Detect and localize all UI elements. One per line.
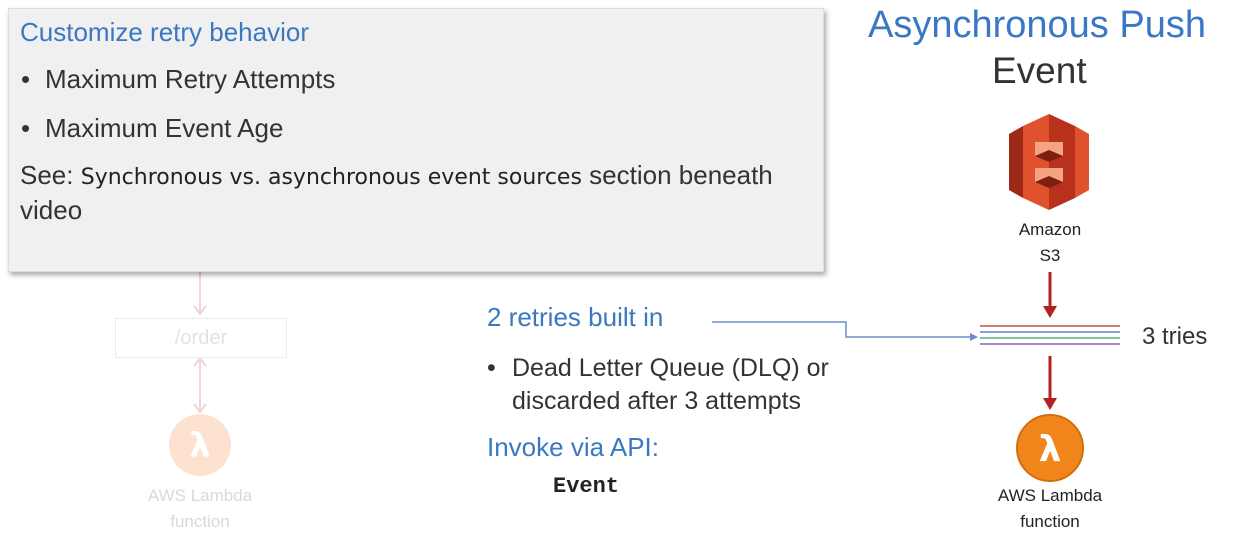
queue-to-lambda-arrowhead	[1043, 398, 1057, 410]
tries-label: 3 tries	[1142, 323, 1208, 350]
amazon-s3-label: Amazon S3	[990, 217, 1110, 269]
slide-title: Asynchronous Push	[868, 4, 1206, 46]
dlq-bullet: • Dead Letter Queue (DLQ) or discarded af…	[487, 352, 907, 418]
callout-bullet-1: • Maximum Retry Attempts	[21, 64, 335, 95]
amazon-s3-icon	[1009, 114, 1089, 210]
order-endpoint-label: /order	[174, 327, 228, 349]
faded-lambda-label: AWS Lambda function	[120, 483, 280, 535]
slide-subtitle: Event	[992, 50, 1087, 91]
callout-title: Customize retry behavior	[20, 17, 309, 47]
callout-bullet-2: • Maximum Event Age	[21, 113, 283, 144]
aws-lambda-icon: λ	[1016, 414, 1084, 482]
bullet-dot: •	[21, 64, 31, 94]
svg-text:λ: λ	[1039, 429, 1062, 470]
s3-label-line1: Amazon	[1018, 220, 1082, 239]
invoke-type-code: Event	[553, 474, 620, 499]
bullet-dot: •	[487, 354, 496, 382]
bullet-text: Maximum Event Age	[45, 113, 284, 143]
lambda-icon-faded: λ	[169, 414, 231, 476]
lambda-label-line1: AWS Lambda	[997, 486, 1103, 505]
s3-to-queue-arrowhead	[1043, 306, 1057, 318]
faded-lambda-label-line2: function	[170, 512, 230, 531]
bullet-text: Maximum Retry Attempts	[45, 64, 336, 94]
aws-lambda-label: AWS Lambda function	[980, 483, 1120, 535]
order-endpoint-box: /order	[115, 318, 287, 358]
svg-text:λ: λ	[189, 426, 211, 466]
bullet-dot: •	[21, 113, 31, 143]
retry-connector-arrowhead	[970, 333, 978, 341]
faded-lambda-label-line1: AWS Lambda	[147, 486, 253, 505]
callout-see-text: See: Synchronous vs. asynchronous event …	[20, 159, 810, 227]
see-prefix: See:	[20, 160, 74, 190]
retry-connector-line	[712, 321, 970, 338]
see-section-link[interactable]: Synchronous vs. asynchronous event sourc…	[81, 165, 582, 190]
dlq-bullet-text: Dead Letter Queue (DLQ) or discarded aft…	[512, 354, 829, 415]
lambda-label-line2: function	[1020, 512, 1080, 531]
retry-callout-box: Customize retry behavior • Maximum Retry …	[8, 8, 824, 272]
retries-title: 2 retries built in	[487, 302, 664, 332]
s3-label-line2: S3	[1039, 246, 1061, 265]
invoke-title: Invoke via API:	[487, 432, 659, 462]
